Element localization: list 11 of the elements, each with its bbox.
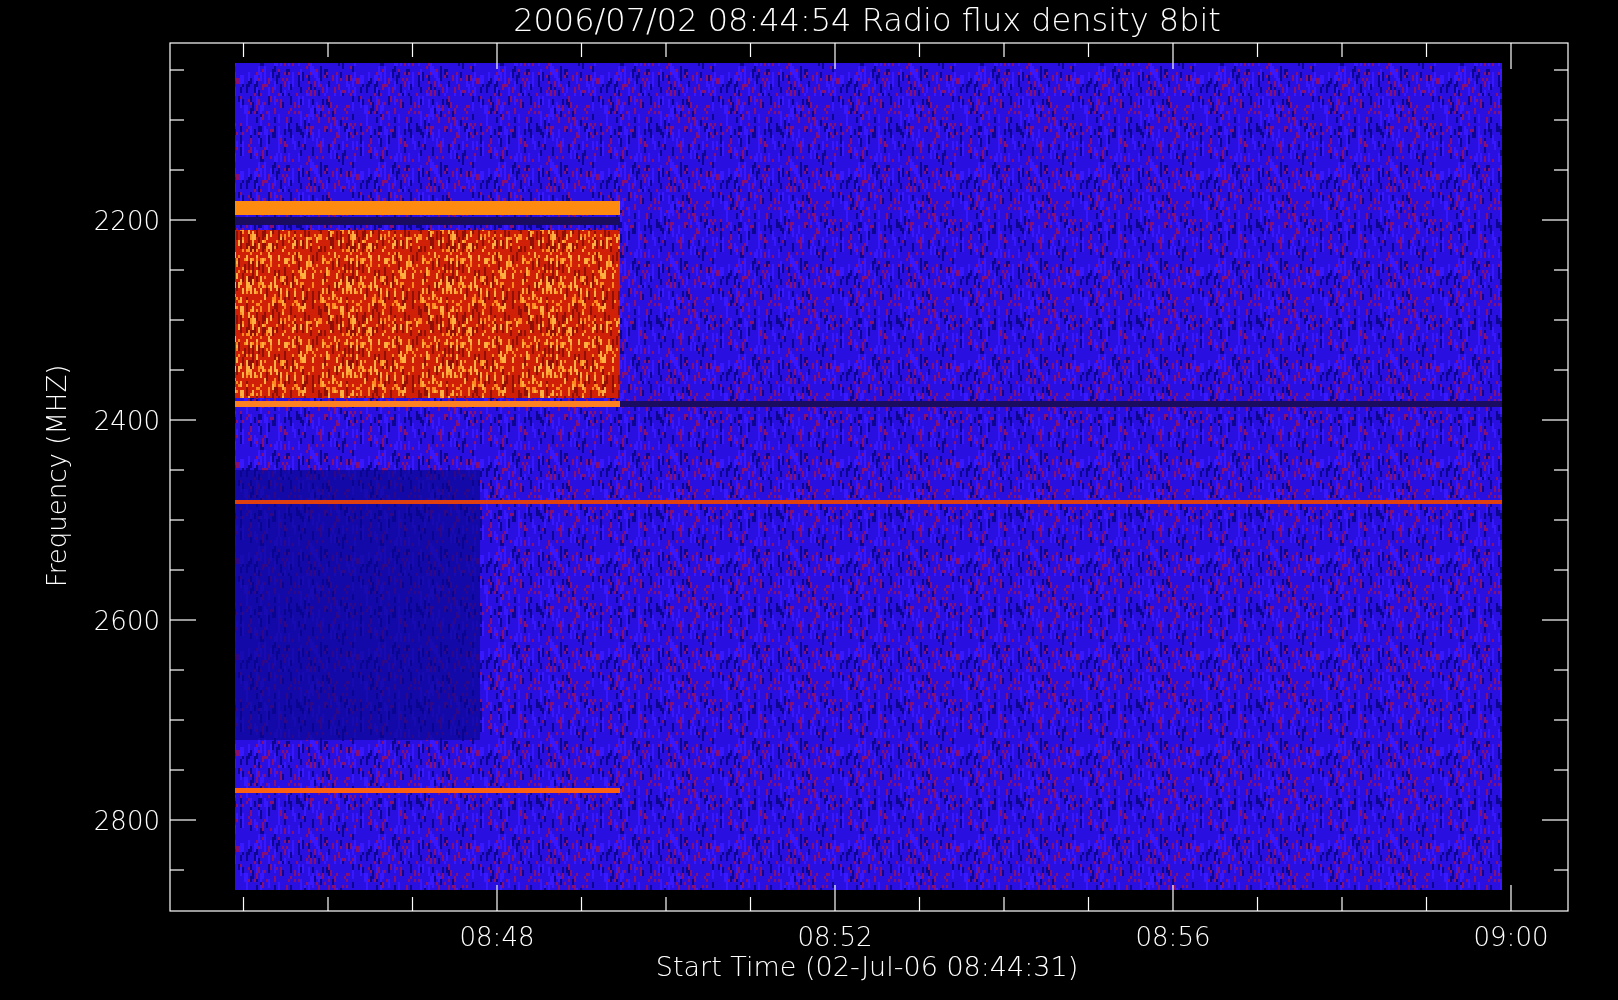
y-tick-label: 2200: [93, 206, 160, 236]
x-tick-label: 09:00: [1473, 922, 1549, 952]
x-axis-label: Start Time (02-Jul-06 08:44:31): [655, 951, 1079, 982]
x-tick-label: 08:48: [459, 922, 535, 952]
x-tick-label: 08:56: [1135, 922, 1211, 952]
y-tick-label: 2400: [93, 406, 160, 436]
y-tick-label: 2800: [93, 806, 160, 836]
y-axis-label: Frequency (MHZ): [42, 364, 72, 588]
chart-title: 2006/07/02 08:44:54 Radio flux density 8bit: [513, 1, 1221, 39]
x-tick-label: 08:52: [797, 922, 873, 952]
y-tick-label: 2600: [93, 606, 160, 636]
